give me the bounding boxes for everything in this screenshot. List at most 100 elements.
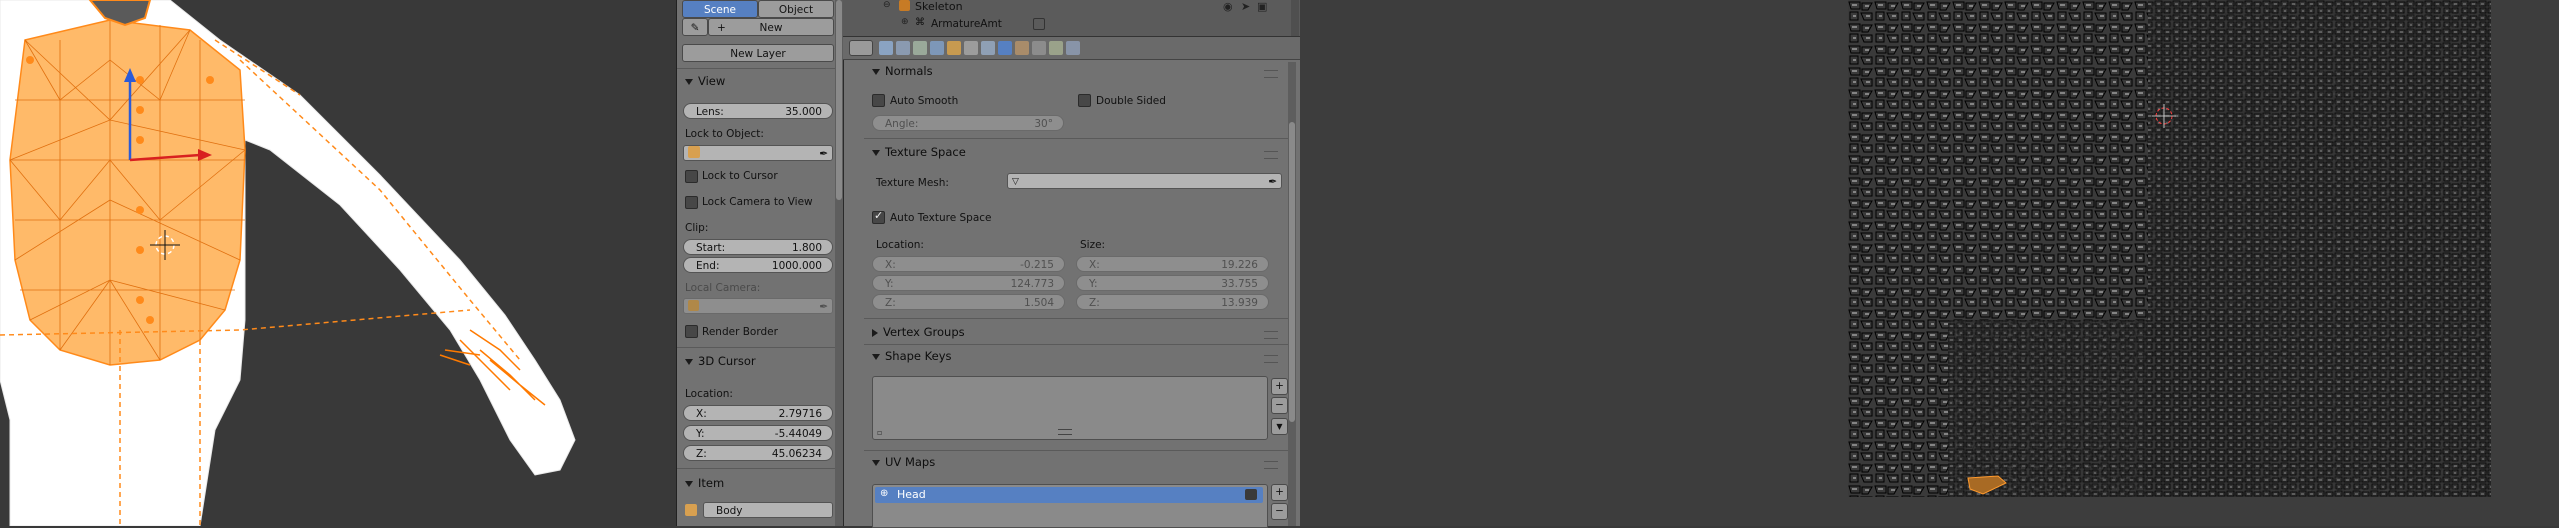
lock-to-object-label: Lock to Object: bbox=[685, 128, 764, 140]
properties-context-bar bbox=[843, 36, 1300, 60]
uv-map-name: Head bbox=[897, 488, 926, 501]
clip-start-field[interactable]: Start: 1.800 bbox=[683, 239, 833, 255]
shape-keys-list[interactable]: ▫ bbox=[872, 376, 1268, 440]
lock-to-cursor-checkbox[interactable] bbox=[685, 170, 698, 183]
modifiers-icon[interactable] bbox=[981, 41, 995, 55]
texture-icon[interactable] bbox=[1032, 41, 1046, 55]
constraints-icon[interactable] bbox=[964, 41, 978, 55]
panel-grip-icon[interactable] bbox=[1264, 70, 1278, 78]
object-name-field[interactable]: Body bbox=[703, 502, 833, 518]
lens-field[interactable]: Lens: 35.000 bbox=[683, 103, 833, 119]
collapse-triangle-icon bbox=[872, 459, 880, 466]
normals-panel-header[interactable]: Normals bbox=[872, 64, 933, 78]
size-x-field[interactable]: X: 19.226 bbox=[1076, 256, 1269, 272]
cursor-z-field[interactable]: Z: 45.06234 bbox=[683, 445, 833, 461]
particles-icon[interactable] bbox=[1049, 41, 1063, 55]
3d-viewport[interactable] bbox=[0, 0, 676, 526]
location-label: Location: bbox=[876, 239, 924, 251]
resize-dots-icon[interactable]: ▫ bbox=[877, 428, 882, 437]
double-sided-checkbox[interactable] bbox=[1078, 94, 1091, 107]
brush-icon: ✎ bbox=[690, 22, 700, 34]
size-z-field[interactable]: Z: 13.939 bbox=[1076, 294, 1269, 310]
cursor-x-field[interactable]: X: 2.79716 bbox=[683, 405, 833, 421]
scene-icon[interactable] bbox=[913, 41, 927, 55]
auto-texture-space-checkbox[interactable] bbox=[872, 209, 885, 224]
outliner-item-armatureamt[interactable]: ArmatureAmt bbox=[931, 18, 1002, 30]
angle-field[interactable]: Angle: 30° bbox=[872, 115, 1064, 131]
mesh-icon: ▽ bbox=[1012, 177, 1019, 187]
object-icon[interactable] bbox=[947, 41, 961, 55]
expand-circle-icon[interactable]: ⊕ bbox=[901, 17, 909, 27]
list-resize-handle[interactable] bbox=[1058, 429, 1072, 435]
outliner-item-skeleton[interactable]: Skeleton bbox=[915, 0, 963, 13]
scrollbar-thumb[interactable] bbox=[1289, 122, 1295, 422]
uv-maps-panel-header[interactable]: UV Maps bbox=[872, 455, 935, 469]
eye-icon[interactable]: ◉ bbox=[1223, 0, 1233, 13]
eyedropper-icon[interactable]: ✒ bbox=[819, 146, 828, 162]
scrollbar-thumb[interactable] bbox=[836, 0, 842, 200]
camera-icon[interactable]: ▣ bbox=[1257, 0, 1267, 13]
outliner-scrollbar[interactable] bbox=[1291, 0, 1299, 36]
local-camera-field[interactable]: ✒ bbox=[683, 298, 833, 314]
camera-render-icon[interactable] bbox=[1245, 489, 1257, 500]
loc-x-field[interactable]: X: -0.215 bbox=[872, 256, 1065, 272]
render-border-checkbox[interactable] bbox=[685, 325, 698, 338]
lock-object-field[interactable]: ✒ bbox=[683, 145, 833, 161]
collapse-circle-icon[interactable]: ⊖ bbox=[883, 0, 891, 10]
loc-y-field[interactable]: Y: 124.773 bbox=[872, 275, 1065, 291]
size-y-field[interactable]: Y: 33.755 bbox=[1076, 275, 1269, 291]
shape-key-add-button[interactable]: + bbox=[1271, 378, 1288, 395]
local-camera-label: Local Camera: bbox=[685, 282, 761, 294]
mesh-data-icon[interactable] bbox=[998, 41, 1012, 55]
panel-grip-icon[interactable] bbox=[1264, 331, 1278, 339]
render-layers-icon[interactable] bbox=[896, 41, 910, 55]
new-button[interactable]: + New bbox=[708, 18, 834, 36]
cursor-y-field[interactable]: Y: -5.44049 bbox=[683, 425, 833, 441]
properties-shelf: Scene Object ✎ + New New Layer View Lens:… bbox=[676, 0, 839, 526]
physics-icon[interactable] bbox=[1066, 41, 1080, 55]
uv-map-row-selected[interactable]: ⊕ Head bbox=[875, 487, 1263, 503]
view-panel-header[interactable]: View bbox=[685, 74, 725, 88]
uv-layout-image[interactable] bbox=[1848, 0, 2491, 497]
lock-camera-checkbox[interactable] bbox=[685, 196, 698, 209]
minus-icon: − bbox=[1275, 505, 1284, 517]
cursor-select-icon[interactable]: ➤ bbox=[1241, 0, 1250, 13]
uv-add-button[interactable]: + bbox=[1271, 484, 1288, 501]
loc-z-field[interactable]: Z: 1.504 bbox=[872, 294, 1065, 310]
character-mesh-view[interactable] bbox=[0, 0, 676, 526]
pose-icon[interactable] bbox=[1033, 18, 1045, 30]
render-icon[interactable] bbox=[879, 41, 893, 55]
clip-label: Clip: bbox=[685, 222, 709, 234]
tab-scene[interactable]: Scene bbox=[682, 0, 758, 18]
armature-icon bbox=[899, 0, 910, 11]
tab-object[interactable]: Object bbox=[758, 0, 834, 18]
vertex-groups-panel-header[interactable]: Vertex Groups bbox=[872, 325, 965, 339]
shape-keys-panel-header[interactable]: Shape Keys bbox=[872, 349, 952, 363]
texture-mesh-field[interactable]: ▽ ✒ bbox=[1007, 173, 1282, 189]
world-icon[interactable] bbox=[930, 41, 944, 55]
panel-grip-icon[interactable] bbox=[1264, 151, 1278, 159]
shelf-scrollbar[interactable] bbox=[835, 0, 843, 526]
shape-key-specials-button[interactable]: ▼ bbox=[1271, 418, 1288, 435]
properties-scrollbar[interactable] bbox=[1288, 62, 1296, 526]
uv-maps-list[interactable]: ⊕ Head bbox=[872, 484, 1268, 528]
camera-icon bbox=[688, 300, 699, 311]
auto-smooth-checkbox[interactable] bbox=[872, 94, 885, 107]
uv-remove-button[interactable]: − bbox=[1271, 503, 1288, 520]
expand-triangle-icon bbox=[872, 328, 878, 337]
panel-grip-icon[interactable] bbox=[1264, 355, 1278, 363]
clip-end-field[interactable]: End: 1000.000 bbox=[683, 257, 833, 273]
panel-grip-icon[interactable] bbox=[1264, 461, 1278, 469]
cursor-location-label: Location: bbox=[685, 388, 733, 400]
material-icon[interactable] bbox=[1015, 41, 1029, 55]
cursor-panel-header[interactable]: 3D Cursor bbox=[685, 354, 756, 368]
lock-camera-label: Lock Camera to View bbox=[702, 196, 813, 208]
eyedropper-icon[interactable]: ✒ bbox=[1268, 174, 1277, 190]
paint-tool-button[interactable]: ✎ bbox=[682, 18, 708, 36]
shape-key-remove-button[interactable]: − bbox=[1271, 397, 1288, 414]
item-panel-header[interactable]: Item bbox=[685, 476, 724, 490]
editor-type-button[interactable] bbox=[849, 40, 873, 56]
new-layer-button[interactable]: New Layer bbox=[682, 44, 834, 62]
texture-space-panel-header[interactable]: Texture Space bbox=[872, 145, 966, 159]
eyedropper-icon[interactable]: ✒ bbox=[819, 299, 828, 315]
